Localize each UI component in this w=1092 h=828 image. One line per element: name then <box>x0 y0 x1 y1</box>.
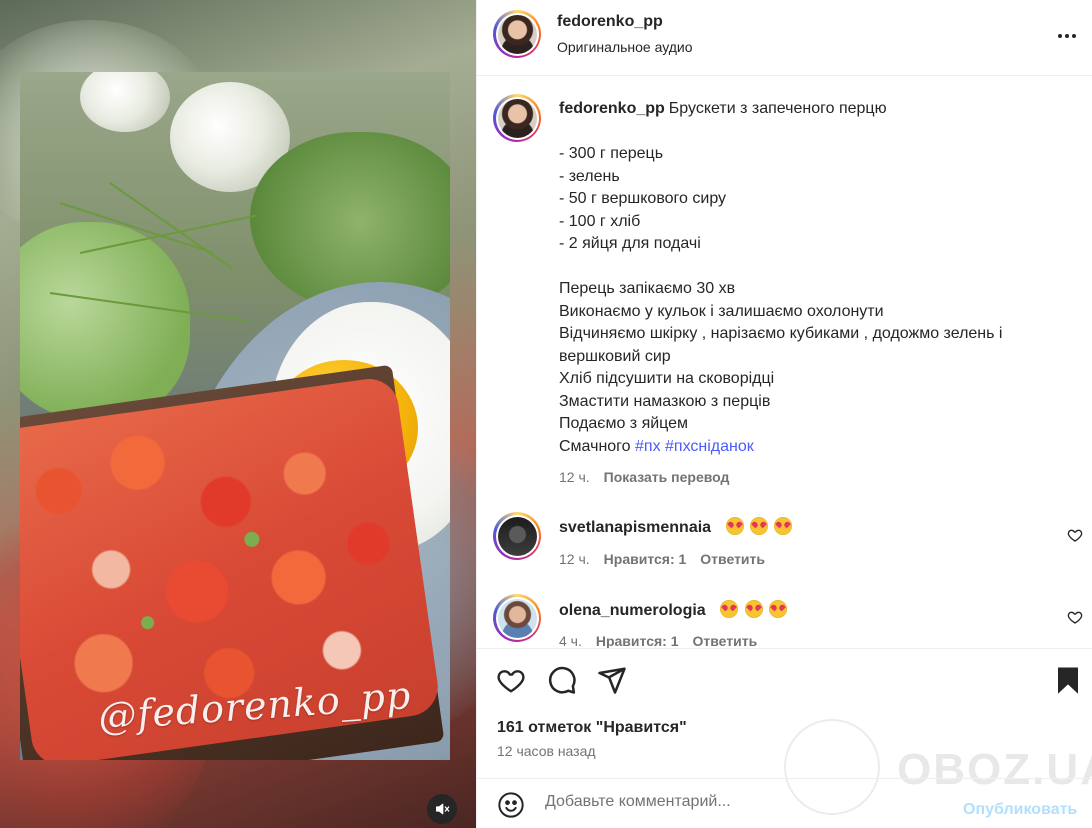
comment-like-heart-icon[interactable] <box>1067 609 1083 625</box>
caption-line: Виконаємо у кульок і залишаємо охолонути <box>559 302 884 320</box>
caption-line: - 300 г перець <box>559 145 664 162</box>
caption-time: 12 ч. <box>559 469 590 485</box>
more-options-button[interactable] <box>1055 28 1079 44</box>
heart-icon[interactable] <box>496 665 526 695</box>
paper-plane-icon[interactable] <box>597 665 627 695</box>
caption-username[interactable]: fedorenko_pp <box>559 100 665 117</box>
avatar-image <box>497 516 537 556</box>
caption-line: вершковий сир <box>559 347 671 365</box>
post-actions: OBOZ.UA 161 отметок "Нравится" 12 часов … <box>477 648 1092 815</box>
heart-eyes-emoji <box>749 517 768 535</box>
comment-like-heart-icon[interactable] <box>1067 527 1083 543</box>
heart-eyes-emoji <box>725 517 744 535</box>
caption-line: Змастити намазкою з перців <box>559 392 771 410</box>
commenter-avatar[interactable] <box>493 512 541 560</box>
comment-time: 12 ч. <box>559 551 590 567</box>
caption-avatar[interactable] <box>493 94 541 142</box>
audio-link[interactable]: Оригинальное аудио <box>557 39 693 55</box>
avatar-image <box>497 14 537 54</box>
comment-meta: 12 ч. Нравится: 1 Ответить <box>559 551 765 567</box>
more-options-icon <box>1058 34 1062 38</box>
lettuce-leaf <box>20 222 190 422</box>
caption-line: Відчиняємо шкірку , нарізаємо кубиками ,… <box>559 325 1003 342</box>
post-header: fedorenko_pp Оригинальное аудио <box>477 0 1092 76</box>
avatar-image <box>497 98 537 138</box>
bruschetta-photo: @fedorenko_pp <box>20 72 450 760</box>
author-username[interactable]: fedorenko_pp <box>557 13 663 31</box>
caption-line: Перець запікаємо 30 хв <box>559 280 736 297</box>
comment-likes[interactable]: Нравится: 1 <box>596 633 679 649</box>
commenter-avatar[interactable] <box>493 594 541 642</box>
caption-line: - 50 г вершкового сиру <box>559 190 727 207</box>
post-media[interactable]: @fedorenko_pp <box>0 0 476 828</box>
comment-input[interactable] <box>545 793 945 811</box>
comment-bubble-icon[interactable] <box>547 665 577 695</box>
heart-eyes-emoji <box>720 600 739 618</box>
reply-button[interactable]: Ответить <box>700 551 765 567</box>
post-caption: fedorenko_pp Брускети з запеченого перцю … <box>559 98 1059 458</box>
post-timestamp: 12 часов назад <box>497 743 596 759</box>
comment-composer: Опубликовать <box>477 778 1092 828</box>
post-details-panel: fedorenko_pp Оригинальное аудио fedorenk… <box>476 0 1092 828</box>
caption-line: - 100 г хліб <box>559 212 641 230</box>
heart-eyes-emoji <box>769 600 788 618</box>
caption-title: Брускети з запеченого перцю <box>668 100 887 117</box>
bookmark-icon[interactable] <box>1053 665 1083 695</box>
white-flower <box>80 72 170 132</box>
caption-line: Хліб підсушити на сковорідці <box>559 370 775 387</box>
caption-line: - зелень <box>559 167 620 185</box>
publish-button[interactable]: Опубликовать <box>963 801 1077 819</box>
smiley-icon[interactable] <box>497 791 525 819</box>
mute-button[interactable] <box>427 794 457 824</box>
hashtag-link[interactable]: #пхсніданок <box>665 438 754 455</box>
hashtag-link[interactable]: #пх <box>635 438 661 455</box>
likes-count[interactable]: 161 отметок "Нравится" <box>497 719 687 737</box>
comment-likes[interactable]: Нравится: 1 <box>604 551 687 567</box>
muted-speaker-icon <box>436 803 450 815</box>
reply-button[interactable]: Ответить <box>693 633 758 649</box>
caption-closing-text: Смачного <box>559 437 631 455</box>
comment-meta: 4 ч. Нравится: 1 Ответить <box>559 633 757 649</box>
caption-meta: 12 ч. Показать перевод <box>559 469 729 485</box>
comment-username[interactable]: svetlanapismennaia <box>559 519 711 536</box>
caption-line <box>559 256 1059 279</box>
heart-eyes-emoji <box>774 517 793 535</box>
author-avatar[interactable] <box>493 10 541 58</box>
caption-line: Подаємо з яйцем <box>559 415 689 432</box>
translate-link[interactable]: Показать перевод <box>604 469 730 485</box>
comment-username[interactable]: olena_numerologia <box>559 602 706 619</box>
avatar-image <box>497 598 537 638</box>
comment-body: olena_numerologia <box>559 600 788 620</box>
comment-time: 4 ч. <box>559 633 582 649</box>
heart-eyes-emoji <box>744 600 763 618</box>
comment-body: svetlanapismennaia <box>559 517 793 537</box>
caption-line: - 2 яйця для подачі <box>559 235 701 252</box>
